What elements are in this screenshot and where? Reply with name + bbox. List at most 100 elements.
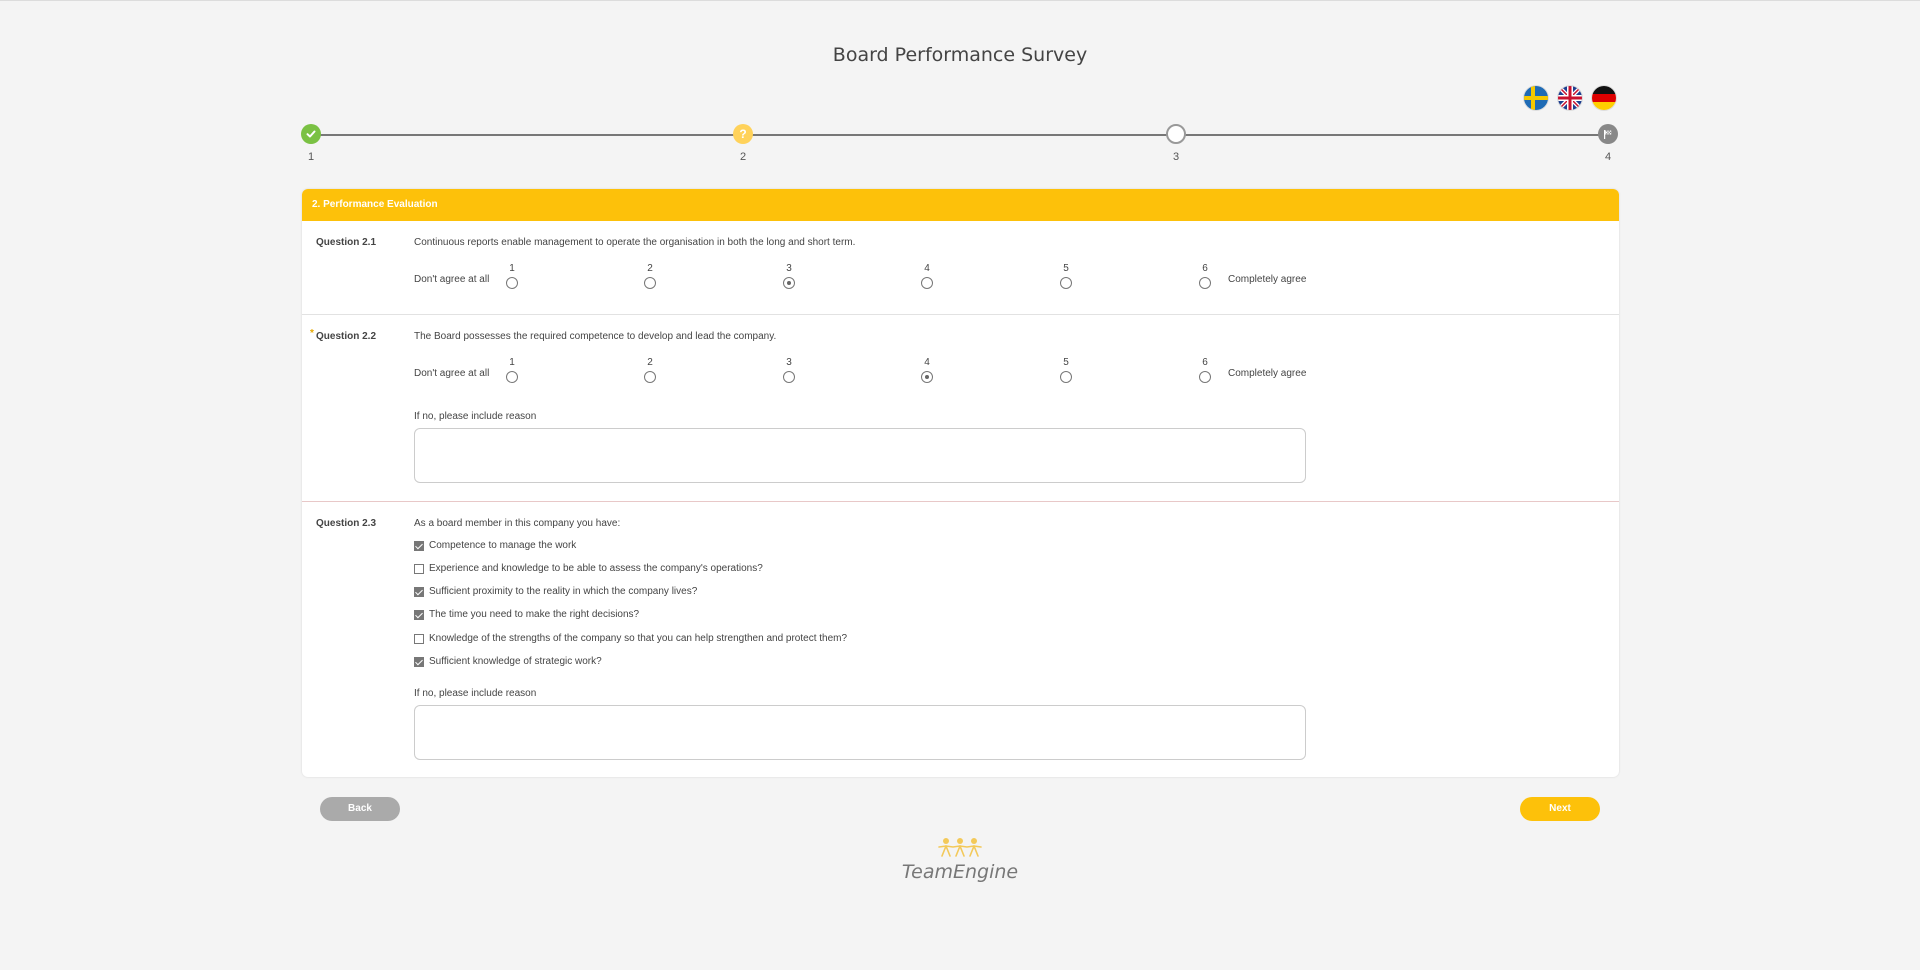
question-label: Question 2.1 <box>316 237 377 248</box>
option-number: 3 <box>786 357 792 368</box>
reason-textarea[interactable] <box>414 705 1306 760</box>
option-number: 6 <box>1202 263 1208 274</box>
checkbox[interactable] <box>414 563 424 574</box>
checkbox[interactable] <box>414 633 424 644</box>
radio-button[interactable] <box>644 277 656 289</box>
progress-step-4[interactable]: 4 <box>1598 124 1618 163</box>
rating-option-4[interactable]: 4 <box>917 357 937 383</box>
radio-button[interactable] <box>506 277 518 289</box>
scale-max-label: Completely agree <box>1228 368 1307 379</box>
rating-option-6[interactable]: 6 <box>1195 357 1215 383</box>
scale-min-label: Don't agree at all <box>414 368 490 379</box>
option-number: 4 <box>924 357 930 368</box>
radio-button[interactable] <box>506 371 518 383</box>
progress-step-3[interactable]: 3 <box>1166 124 1186 163</box>
top-border <box>0 0 1920 1</box>
question-2-2: * Question 2.2 The Board possesses the r… <box>302 315 1619 502</box>
step-number: 2 <box>739 151 747 163</box>
rating-scale: Don't agree at all 1 2 3 4 5 6 Completel… <box>414 357 1314 387</box>
section-title: 2. Performance Evaluation <box>302 189 1619 221</box>
checkbox-item[interactable]: Competence to manage the work <box>414 540 576 551</box>
back-button[interactable]: Back <box>320 797 400 821</box>
logo-text: TeamEngine <box>901 861 1019 883</box>
progress-step-1[interactable]: 1 <box>301 124 321 163</box>
radio-button[interactable] <box>644 371 656 383</box>
radio-button[interactable] <box>783 277 795 289</box>
checkbox-item[interactable]: Sufficient proximity to the reality in w… <box>414 586 697 597</box>
check-icon <box>301 124 321 144</box>
checkbox-item[interactable]: Knowledge of the strengths of the compan… <box>414 633 847 644</box>
checkbox-item[interactable]: Sufficient knowledge of strategic work? <box>414 656 602 667</box>
rating-option-3[interactable]: 3 <box>779 357 799 383</box>
empty-circle-icon <box>1166 124 1186 144</box>
question-text: The Board possesses the required compete… <box>414 331 777 342</box>
progress-line <box>311 134 1610 136</box>
progress-step-2[interactable]: ? 2 <box>733 124 753 163</box>
checkbox-label: The time you need to make the right deci… <box>429 609 640 620</box>
checkbox-item[interactable]: Experience and knowledge to be able to a… <box>414 563 763 574</box>
reason-textarea[interactable] <box>414 428 1306 483</box>
reason-label: If no, please include reason <box>414 688 537 699</box>
option-number: 1 <box>509 357 515 368</box>
radio-button[interactable] <box>1060 371 1072 383</box>
radio-button[interactable] <box>783 371 795 383</box>
uk-flag-icon[interactable] <box>1558 86 1582 110</box>
checkbox-label: Sufficient knowledge of strategic work? <box>429 656 602 667</box>
option-number: 2 <box>647 357 653 368</box>
radio-button[interactable] <box>1199 371 1211 383</box>
finish-flag-icon <box>1598 124 1618 144</box>
survey-card: 2. Performance Evaluation Question 2.1 C… <box>302 189 1619 777</box>
scale-min-label: Don't agree at all <box>414 274 490 285</box>
checkbox-item[interactable]: The time you need to make the right deci… <box>414 609 639 620</box>
question-text: As a board member in this company you ha… <box>414 518 621 529</box>
next-button[interactable]: Next <box>1520 797 1600 821</box>
radio-button[interactable] <box>1060 277 1072 289</box>
question-label: Question 2.2 <box>316 331 377 342</box>
german-flag-icon[interactable] <box>1592 86 1616 110</box>
option-number: 5 <box>1063 263 1069 274</box>
rating-option-3[interactable]: 3 <box>779 263 799 289</box>
rating-option-2[interactable]: 2 <box>640 357 660 383</box>
checkbox[interactable] <box>414 609 424 620</box>
progress-stepper: 1 ? 2 3 4 <box>301 124 1620 169</box>
question-text: Continuous reports enable management to … <box>414 237 856 248</box>
checkbox[interactable] <box>414 656 424 667</box>
checkbox-label: Sufficient proximity to the reality in w… <box>429 586 698 597</box>
required-marker: * <box>310 328 314 339</box>
scale-max-label: Completely agree <box>1228 274 1307 285</box>
language-selector <box>1524 86 1616 110</box>
reason-label: If no, please include reason <box>414 411 537 422</box>
rating-option-1[interactable]: 1 <box>502 263 522 289</box>
question-2-1: Question 2.1 Continuous reports enable m… <box>302 221 1619 315</box>
step-number: 3 <box>1172 151 1180 163</box>
question-mark-icon: ? <box>733 124 753 144</box>
checkbox-label: Competence to manage the work <box>429 540 577 551</box>
teamengine-logo: TeamEngine <box>900 836 1020 883</box>
rating-option-1[interactable]: 1 <box>502 357 522 383</box>
question-2-3: Question 2.3 As a board member in this c… <box>302 502 1619 777</box>
checkbox[interactable] <box>414 586 424 597</box>
rating-scale: Don't agree at all 1 2 3 4 5 6 Completel… <box>414 263 1314 293</box>
option-number: 4 <box>924 263 930 274</box>
step-number: 4 <box>1604 151 1612 163</box>
radio-button[interactable] <box>921 371 933 383</box>
radio-button[interactable] <box>921 277 933 289</box>
step-number: 1 <box>307 151 315 163</box>
checkbox-label: Experience and knowledge to be able to a… <box>429 563 763 574</box>
option-number: 6 <box>1202 357 1208 368</box>
checkbox[interactable] <box>414 540 424 551</box>
option-number: 1 <box>509 263 515 274</box>
checkbox-label: Knowledge of the strengths of the compan… <box>429 633 848 644</box>
rating-option-5[interactable]: 5 <box>1056 263 1076 289</box>
rating-option-6[interactable]: 6 <box>1195 263 1215 289</box>
option-number: 3 <box>786 263 792 274</box>
rating-option-5[interactable]: 5 <box>1056 357 1076 383</box>
team-figures-icon <box>938 838 982 857</box>
radio-button[interactable] <box>1199 277 1211 289</box>
option-number: 2 <box>647 263 653 274</box>
page-title: Board Performance Survey <box>832 44 1088 66</box>
rating-option-4[interactable]: 4 <box>917 263 937 289</box>
swedish-flag-icon[interactable] <box>1524 86 1548 110</box>
rating-option-2[interactable]: 2 <box>640 263 660 289</box>
option-number: 5 <box>1063 357 1069 368</box>
